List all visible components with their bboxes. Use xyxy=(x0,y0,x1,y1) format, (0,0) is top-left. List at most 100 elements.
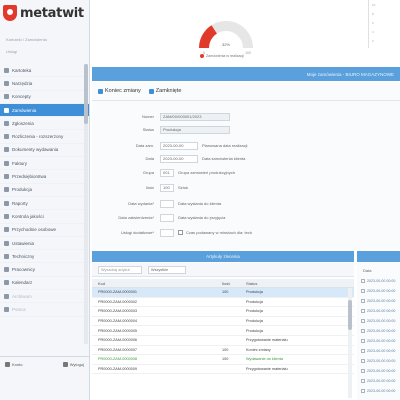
history-entry[interactable]: 2023-00-00 00:00 xyxy=(361,357,395,365)
sidebar-item[interactable]: Rozliczenia - rozszerzony xyxy=(0,130,89,144)
sidebar-item[interactable]: Raporty xyxy=(0,197,89,211)
users-icon xyxy=(4,227,9,233)
history-entry[interactable]: 2023-00-00 00:00 xyxy=(361,277,395,285)
history-entry[interactable]: 2023-00-00 00:00 xyxy=(361,327,395,335)
table-cell-code: PR0000-ZAM-0000002 xyxy=(98,299,138,304)
history-entry[interactable]: 2023-00-00 00:00 xyxy=(361,387,395,395)
sidebar-item[interactable]: Zgłoszenia xyxy=(0,117,89,131)
mini-chart: 10 8 6 4 2 xyxy=(368,0,398,48)
folder-icon xyxy=(4,67,9,73)
table-cell-code: PR0000-ZAM-0000005 xyxy=(98,328,138,333)
column-header[interactable]: Ilość xyxy=(222,281,246,286)
logout-button[interactable]: Wyloguj xyxy=(62,362,84,367)
history-entry[interactable]: 2023-00-00 00:00 xyxy=(361,287,395,295)
history-entry[interactable]: 2023-00-00 00:00 xyxy=(361,347,395,355)
end-shift-button[interactable]: Koniec zmiany xyxy=(98,88,141,94)
bulb-icon xyxy=(4,94,9,100)
table-cell-status: Produkcja xyxy=(246,309,263,314)
form-field-note: Data zamówienia klienta xyxy=(202,156,246,161)
history-entry-icon xyxy=(361,299,365,303)
table-cell-status: Produkcja xyxy=(246,299,263,304)
building-icon xyxy=(4,174,9,180)
sidebar-item[interactable]: Dokumenty wydawania xyxy=(0,144,89,158)
table-row[interactable]: PR0000-ZAM-0000008 100 Wydawanie do klient… xyxy=(92,355,354,365)
save-icon xyxy=(98,88,103,94)
logout-icon xyxy=(62,362,68,367)
form-field-input[interactable] xyxy=(160,213,174,222)
table-cell-code: PR0000-ZAM-0000007 xyxy=(98,347,138,352)
person-icon xyxy=(4,267,9,273)
form-field-input[interactable]: 2023-00-00 xyxy=(160,141,198,150)
form-field-input[interactable]: 001 xyxy=(160,168,174,177)
sidebar-item[interactable]: Koncepty xyxy=(0,91,89,104)
table-row[interactable]: PR0000-ZAM-0000002 Produkcja xyxy=(92,298,354,308)
form-field-input[interactable] xyxy=(160,228,174,237)
sidebar-item[interactable]: Kalendarz xyxy=(0,277,89,291)
form-field-label: Data xyxy=(145,156,154,161)
history-entry[interactable]: 2023-00-00 00:00 xyxy=(361,337,395,345)
form-checkbox[interactable] xyxy=(178,230,183,235)
table-cell-code: PR0000-ZAM-0000004 xyxy=(98,319,138,324)
sidebar-item[interactable]: Archiwum xyxy=(0,290,89,304)
gear-icon xyxy=(4,240,9,246)
form-field-note: Data wysłania do klienta xyxy=(178,201,222,206)
column-header[interactable]: Status xyxy=(246,281,346,286)
account-icon xyxy=(5,362,10,367)
form-field-input[interactable]: 100 xyxy=(160,183,174,192)
history-entry[interactable]: 2023-00-00 00:00 xyxy=(361,297,395,305)
form-row: Ilość 100 Sztuk xyxy=(92,183,188,192)
table-row[interactable]: PR0000-ZAM-0000006 Przygotowanie materiał… xyxy=(92,336,354,346)
items-search-input[interactable]: Wyszukaj artykuł xyxy=(98,265,142,274)
factory-icon xyxy=(4,187,9,193)
sidebar-item[interactable]: Pracownicy xyxy=(0,263,89,277)
sidebar-item[interactable]: Ustawienia xyxy=(0,237,89,251)
sidebar-item[interactable]: Pomoc xyxy=(0,303,89,317)
table-row[interactable]: PR0000-ZAM-0000001 100 Produkcja xyxy=(92,288,354,298)
sidebar-scrollbar[interactable] xyxy=(84,64,88,344)
sidebar-item[interactable]: Kontrola jakości xyxy=(0,210,89,224)
table-row[interactable]: PR0000-ZAM-0000003 Produkcja xyxy=(92,307,354,317)
sidebar-item[interactable]: Produkcja xyxy=(0,184,89,197)
section-header-text: Moje zamówienia - BIURO MAGAZYNOWE xyxy=(306,71,394,77)
mini-chart-tick-label: 8 xyxy=(372,12,374,16)
form-field-input[interactable] xyxy=(160,199,174,208)
sidebar-item-label: Dokumenty wydawania xyxy=(12,147,59,153)
sidebar-item[interactable]: Kartoteka xyxy=(0,64,89,78)
items-filter-select[interactable]: Wszystkie xyxy=(148,265,186,274)
order-form-panel: Koniec zmiany Zamknięte Numer ZAM/00/0000… xyxy=(92,82,400,250)
sidebar-footer: Konto Wyloguj xyxy=(0,356,89,372)
items-table-filters: Wyszukaj artykuł Wszystkie xyxy=(92,263,354,277)
table-row[interactable]: PR0000-ZAM-0000007 100 Koniec zmiany xyxy=(92,346,354,356)
history-entry-icon xyxy=(361,369,365,373)
close-button[interactable]: Zamknięte xyxy=(148,88,181,94)
history-entry[interactable]: 2023-00-00 00:00 xyxy=(361,367,395,375)
form-field-input[interactable]: Produkcja xyxy=(160,125,230,134)
sidebar-item[interactable]: Przychodnie osobowe xyxy=(0,224,89,237)
form-field-label: Status xyxy=(142,127,154,132)
sidebar-item[interactable]: Faktury xyxy=(0,157,89,171)
sidebar-item[interactable]: Zamówienia xyxy=(0,103,89,118)
table-row[interactable]: PR0000-ZAM-0000004 Produkcja xyxy=(92,317,354,327)
history-entry-icon xyxy=(361,379,365,383)
sidebar-item-label: Przedsiębiorstwa xyxy=(12,174,47,180)
sidebar-item[interactable]: Techniczny xyxy=(0,250,89,264)
account-button[interactable]: Konto xyxy=(5,362,22,367)
sidebar-item-label: Zamówienia xyxy=(12,107,37,113)
column-header[interactable]: Kod xyxy=(92,281,222,286)
lock-icon xyxy=(148,88,154,94)
sidebar-item[interactable]: Przedsiębiorstwa xyxy=(0,170,89,184)
sidebar-item-label: Produkcja xyxy=(12,187,33,193)
sidebar: metatwit Kartoteki / Zamówienia Usługi K… xyxy=(0,0,90,400)
form-field-input[interactable]: ZAM/00/000001/2023 xyxy=(160,112,230,121)
history-entry[interactable]: 2023-00-00 00:00 xyxy=(361,307,395,315)
form-field-label: Grupa xyxy=(142,170,154,175)
form-field-input[interactable]: 2023-00-00 xyxy=(160,154,198,163)
sidebar-item[interactable]: Narzędzia xyxy=(0,77,89,91)
table-row[interactable]: PR0000-ZAM-0000009 Przygotowanie materiał… xyxy=(92,365,354,375)
history-entry[interactable]: 2023-00-00 00:00 xyxy=(361,377,395,385)
table-row[interactable]: PR0000-ZAM-0000005 Produkcja xyxy=(92,326,354,336)
doc-icon xyxy=(4,147,9,153)
history-entry[interactable]: 2023-00-00 00:00 xyxy=(361,317,395,325)
app-logo[interactable]: metatwit xyxy=(3,2,84,24)
items-table-scrollbar[interactable] xyxy=(348,288,352,398)
